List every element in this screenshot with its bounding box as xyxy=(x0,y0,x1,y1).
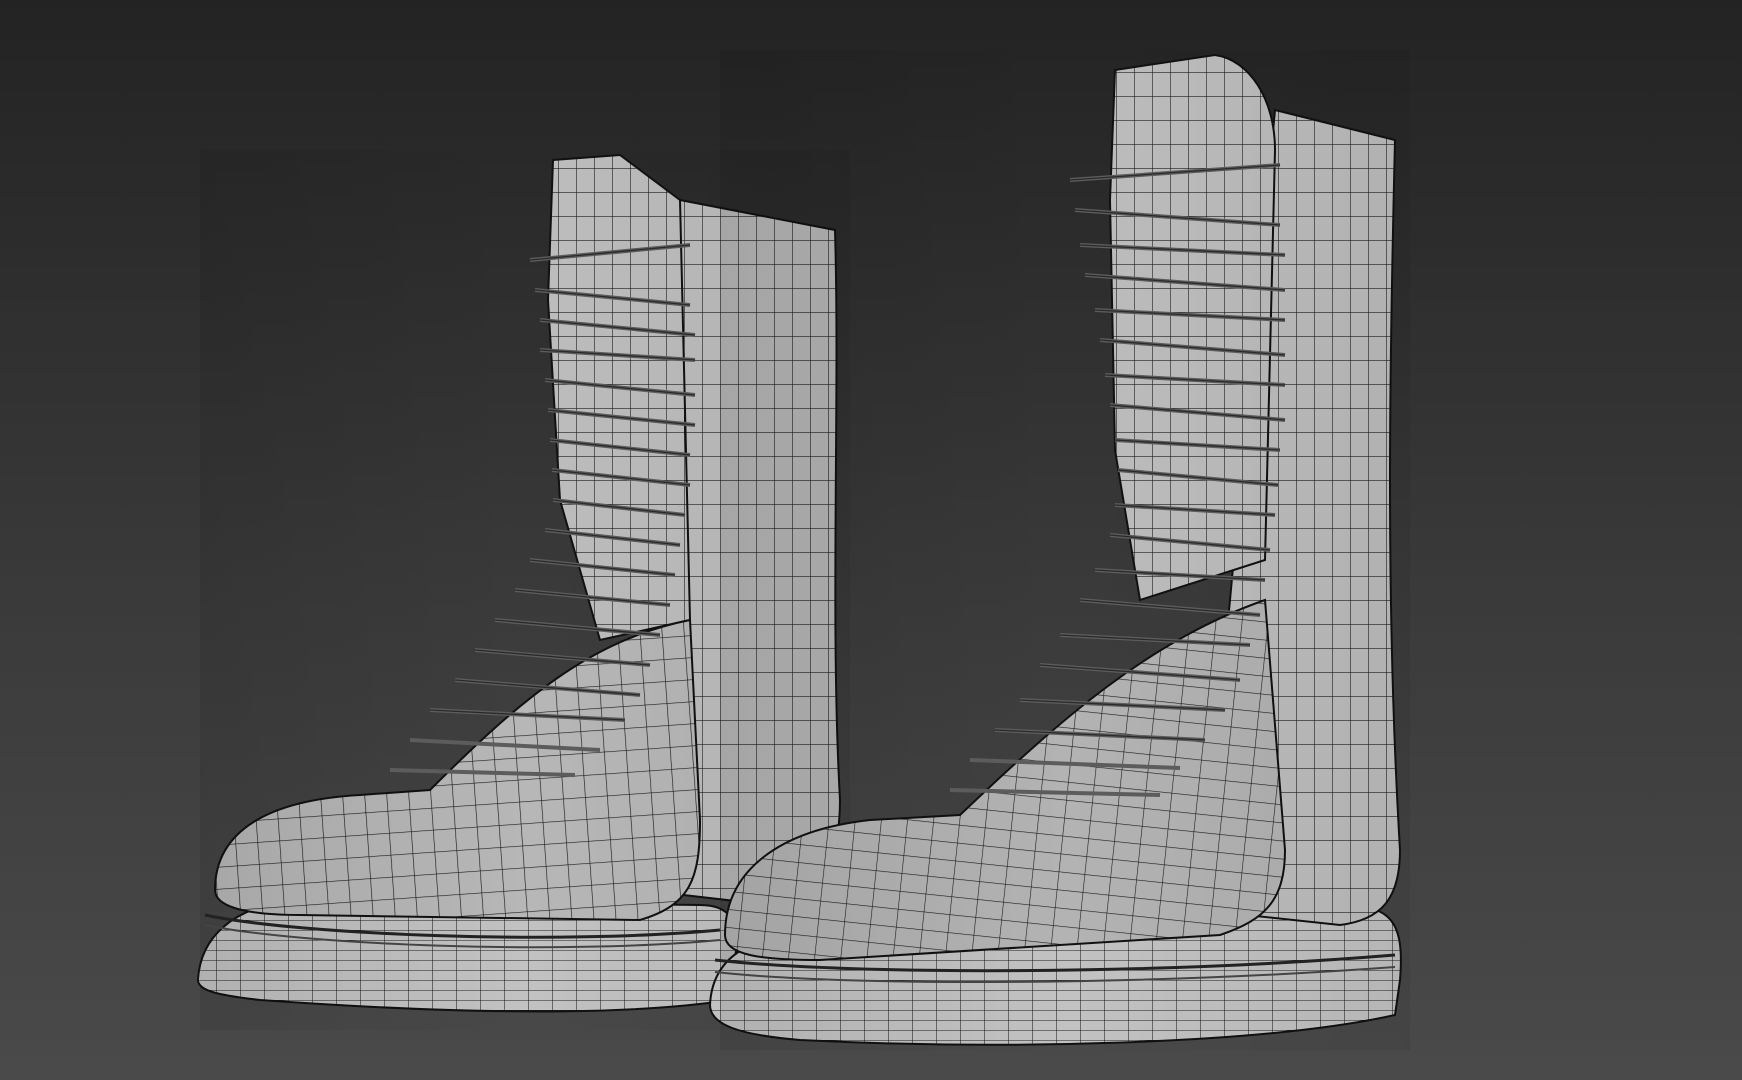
boot-right-mesh[interactable] xyxy=(708,50,1410,1050)
viewport-scene xyxy=(196,50,1410,1050)
3d-viewport[interactable] xyxy=(0,0,1742,1080)
